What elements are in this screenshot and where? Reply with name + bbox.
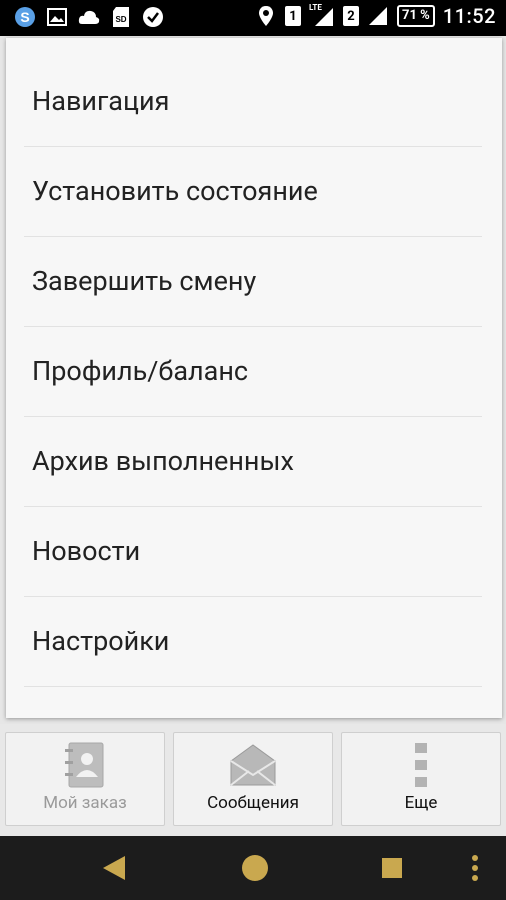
menu-item-end-shift[interactable]: Завершить смену bbox=[6, 236, 502, 326]
tab-messages[interactable]: Сообщения bbox=[173, 732, 333, 826]
back-icon[interactable] bbox=[94, 848, 134, 888]
menu-item-label: Навигация bbox=[32, 85, 170, 117]
menu-item-label: Профиль/баланс bbox=[32, 355, 249, 387]
main-area: Навигация Установить состояние Завершить… bbox=[0, 36, 506, 730]
sim2-badge: 2 bbox=[342, 6, 359, 26]
menu-item-label: Установить состояние bbox=[32, 175, 318, 207]
more-dots-icon bbox=[342, 741, 500, 789]
menu-item-set-status[interactable]: Установить состояние bbox=[6, 146, 502, 236]
contacts-book-icon bbox=[6, 741, 164, 789]
status-bar: S SD 1 LTE 2 71 % 11:52 bbox=[0, 0, 506, 36]
tab-label: Сообщения bbox=[207, 793, 299, 813]
svg-text:SD: SD bbox=[115, 15, 126, 24]
signal-icon bbox=[367, 5, 389, 27]
recents-icon[interactable] bbox=[372, 848, 412, 888]
menu-dots-icon[interactable] bbox=[460, 848, 490, 888]
skype-icon: S bbox=[14, 6, 36, 28]
tab-label: Еще bbox=[404, 793, 438, 813]
divider bbox=[24, 686, 482, 687]
menu-item-navigation[interactable]: Навигация bbox=[6, 56, 502, 146]
svg-text:S: S bbox=[20, 9, 29, 25]
menu-item-archive[interactable]: Архив выполненных bbox=[6, 416, 502, 506]
location-icon bbox=[255, 5, 277, 27]
envelope-icon bbox=[174, 741, 332, 789]
bottom-tab-bar: Мой заказ Сообщения Еще bbox=[0, 724, 506, 836]
home-icon[interactable] bbox=[235, 848, 275, 888]
menu-item-label: Настройки bbox=[32, 625, 170, 657]
tab-label: Мой заказ bbox=[43, 793, 127, 813]
check-circle-icon bbox=[142, 6, 164, 28]
navigation-bar bbox=[0, 836, 506, 900]
menu-item-profile-balance[interactable]: Профиль/баланс bbox=[6, 326, 502, 416]
sd-card-icon: SD bbox=[110, 6, 132, 28]
signal-icon: LTE bbox=[309, 4, 335, 28]
sim1-badge: 1 bbox=[284, 6, 301, 26]
clock: 11:52 bbox=[442, 4, 496, 28]
image-icon bbox=[46, 6, 68, 28]
menu-panel: Навигация Установить состояние Завершить… bbox=[6, 38, 502, 718]
cloud-icon bbox=[78, 6, 100, 28]
menu-item-news[interactable]: Новости bbox=[6, 506, 502, 596]
tab-more[interactable]: Еще bbox=[341, 732, 501, 826]
menu-item-label: Архив выполненных bbox=[32, 445, 294, 477]
menu-item-label: Новости bbox=[32, 535, 141, 567]
menu-item-settings[interactable]: Настройки bbox=[6, 596, 502, 686]
tab-my-order[interactable]: Мой заказ bbox=[5, 732, 165, 826]
battery-indicator: 71 % bbox=[396, 5, 435, 27]
menu-item-label: Завершить смену bbox=[32, 265, 257, 297]
